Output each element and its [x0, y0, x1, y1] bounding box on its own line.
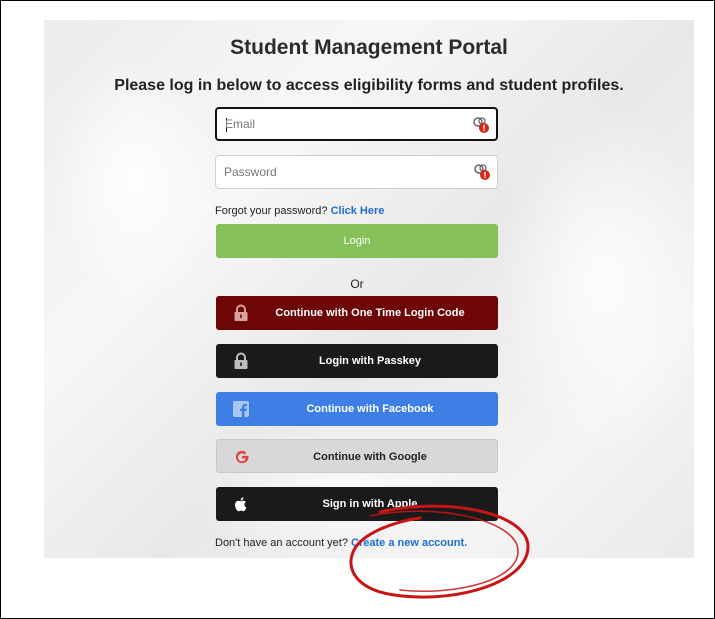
password-manager-key-icon[interactable]	[473, 163, 491, 181]
password-manager-key-icon[interactable]	[472, 116, 490, 134]
padlock-icon	[234, 304, 248, 321]
facebook-button[interactable]: Continue with Facebook	[216, 392, 498, 426]
apple-logo-icon	[235, 497, 247, 512]
google-button[interactable]: Continue with Google	[216, 439, 498, 473]
one-time-code-label: Continue with One Time Login Code	[275, 307, 465, 319]
signup-row: Don't have an account yet? Create a new …	[215, 537, 467, 549]
login-button[interactable]: Login	[216, 224, 498, 258]
password-input[interactable]	[224, 156, 464, 188]
or-divider: Or	[350, 277, 364, 291]
forgot-password-text: Forgot your password?	[215, 205, 328, 217]
one-time-code-button[interactable]: Continue with One Time Login Code	[216, 296, 498, 330]
forgot-password-link[interactable]: Click Here	[331, 205, 385, 217]
apple-button[interactable]: Sign in with Apple	[216, 487, 498, 521]
login-button-label: Login	[343, 235, 371, 247]
email-field[interactable]	[215, 107, 498, 141]
passkey-button[interactable]: Login with Passkey	[216, 344, 498, 378]
facebook-logo-icon	[233, 401, 249, 417]
apple-label: Sign in with Apple	[322, 498, 418, 510]
google-logo-icon	[235, 450, 249, 464]
email-input[interactable]	[225, 109, 465, 139]
page-title: Student Management Portal	[230, 36, 508, 59]
passkey-label: Login with Passkey	[318, 355, 422, 367]
page-subtitle: Please log in below to access eligibilit…	[114, 77, 624, 94]
forgot-password-row: Forgot your password? Click Here	[215, 205, 384, 217]
facebook-label: Continue with Facebook	[306, 403, 434, 415]
password-field[interactable]	[215, 155, 498, 189]
signup-prompt: Don't have an account yet?	[215, 537, 348, 549]
padlock-icon	[234, 352, 248, 369]
create-account-link[interactable]: Create a new account.	[351, 537, 467, 549]
google-label: Continue with Google	[313, 451, 427, 463]
